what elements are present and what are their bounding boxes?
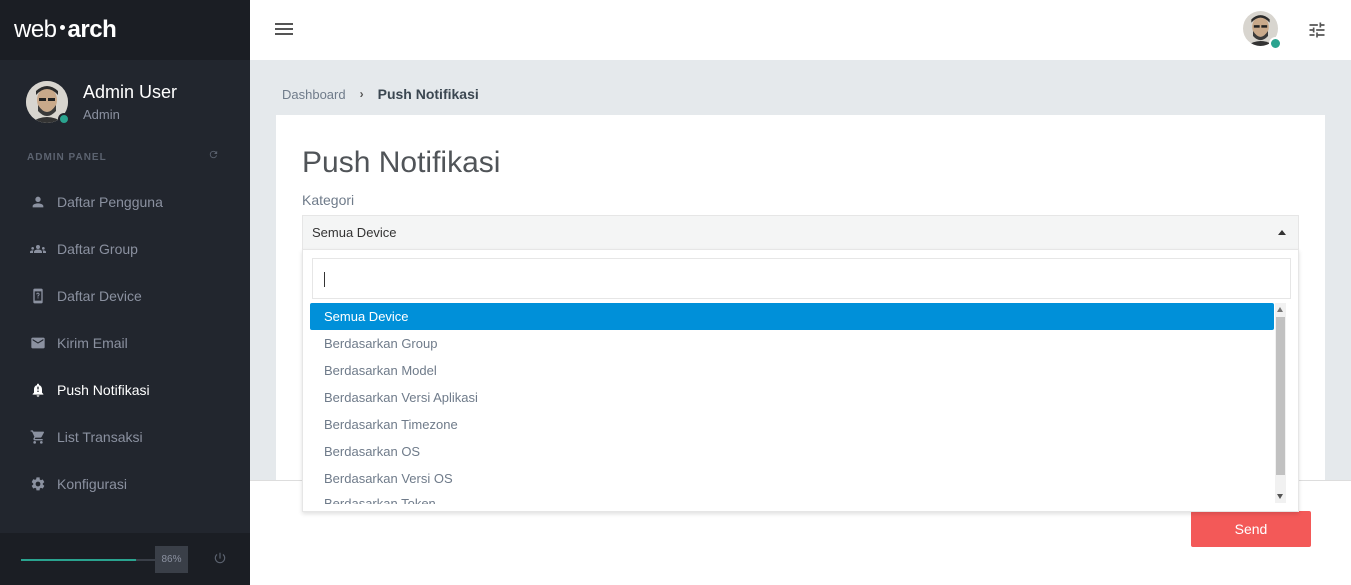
top-header	[250, 0, 1351, 60]
scroll-down-arrow-icon[interactable]	[1277, 494, 1283, 499]
brand-logo[interactable]: web arch	[0, 0, 250, 60]
sidebar-item-daftar-group[interactable]: Daftar Group	[0, 225, 250, 272]
sidebar-item-list-transaksi[interactable]: List Transaksi	[0, 413, 250, 460]
dropdown-option[interactable]: Berdasarkan Model	[310, 357, 1274, 384]
page-title: Push Notifikasi	[302, 146, 501, 179]
power-icon[interactable]	[213, 551, 229, 567]
sidebar-item-daftar-pengguna[interactable]: Daftar Pengguna	[0, 178, 250, 225]
sidebar: web arch Admin User Admin ADMIN PANEL Daf…	[0, 0, 250, 585]
breadcrumb: Dashboard › Push Notifikasi	[282, 86, 479, 102]
chevron-up-icon	[1278, 230, 1286, 235]
user-role: Admin	[83, 107, 120, 122]
sidebar-menu: Daftar Pengguna Daftar Group Daftar Devi…	[0, 178, 250, 507]
dropdown-option[interactable]: Berdasarkan OS	[310, 438, 1274, 465]
bell-icon	[30, 382, 46, 398]
sidebar-item-daftar-device[interactable]: Daftar Device	[0, 272, 250, 319]
avatar[interactable]	[26, 81, 70, 125]
breadcrumb-current: Push Notifikasi	[377, 86, 479, 102]
send-button[interactable]: Send	[1191, 511, 1311, 547]
dropdown-options-list: Semua Device Berdasarkan Group Berdasark…	[310, 303, 1274, 504]
text-cursor	[324, 272, 325, 287]
hamburger-menu-icon[interactable]	[275, 23, 293, 37]
sidebar-item-label: Daftar Pengguna	[57, 193, 163, 210]
dropdown-option[interactable]: Berdasarkan Token	[310, 492, 1274, 504]
kategori-select-value: Semua Device	[312, 225, 397, 240]
dropdown-option[interactable]: Berdasarkan Versi Aplikasi	[310, 384, 1274, 411]
breadcrumb-dashboard[interactable]: Dashboard	[282, 87, 346, 102]
progress-bar-track	[136, 559, 156, 561]
user-name: Admin User	[83, 82, 178, 102]
dropdown-option[interactable]: Semua Device	[310, 303, 1274, 330]
breadcrumb-separator: ›	[359, 87, 364, 101]
kategori-select[interactable]: Semua Device	[302, 215, 1299, 249]
sidebar-item-label: Daftar Device	[57, 287, 142, 304]
sidebar-item-label: Daftar Group	[57, 240, 138, 257]
kategori-dropdown: Semua Device Berdasarkan Group Berdasark…	[302, 249, 1299, 512]
device-icon	[30, 288, 46, 304]
sidebar-footer: 86%	[0, 533, 250, 585]
sidebar-item-label: List Transaksi	[57, 428, 143, 445]
sidebar-item-kirim-email[interactable]: Kirim Email	[0, 319, 250, 366]
dropdown-scrollbar[interactable]	[1275, 303, 1286, 503]
progress-bar-fill	[21, 559, 136, 561]
sidebar-item-label: Kirim Email	[57, 334, 128, 351]
dropdown-search-input[interactable]	[312, 258, 1291, 299]
user-icon	[30, 194, 46, 210]
cart-icon	[30, 429, 46, 445]
dropdown-option[interactable]: Berdasarkan Versi OS	[310, 465, 1274, 492]
scrollbar-thumb[interactable]	[1276, 317, 1285, 475]
brand-part1: web	[14, 16, 57, 43]
online-status-dot	[1269, 37, 1282, 50]
sidebar-item-konfigurasi[interactable]: Konfigurasi	[0, 460, 250, 507]
panel-label: ADMIN PANEL	[27, 152, 107, 163]
header-avatar[interactable]	[1243, 11, 1282, 50]
gear-icon	[30, 476, 46, 492]
envelope-icon	[30, 335, 46, 351]
brand-part2: arch	[67, 16, 117, 43]
sliders-settings-icon[interactable]	[1307, 20, 1327, 40]
online-status-dot	[58, 113, 70, 125]
sidebar-item-label: Push Notifikasi	[57, 381, 150, 398]
dropdown-option[interactable]: Berdasarkan Timezone	[310, 411, 1274, 438]
scroll-up-arrow-icon[interactable]	[1277, 307, 1283, 312]
refresh-icon[interactable]	[208, 149, 219, 163]
group-icon	[30, 241, 46, 257]
sidebar-item-push-notifikasi[interactable]: Push Notifikasi	[0, 366, 250, 413]
progress-percent: 86%	[155, 546, 188, 573]
user-profile: Admin User Admin	[26, 81, 178, 125]
sidebar-item-label: Konfigurasi	[57, 475, 128, 492]
kategori-label: Kategori	[302, 192, 355, 208]
dropdown-option[interactable]: Berdasarkan Group	[310, 330, 1274, 357]
